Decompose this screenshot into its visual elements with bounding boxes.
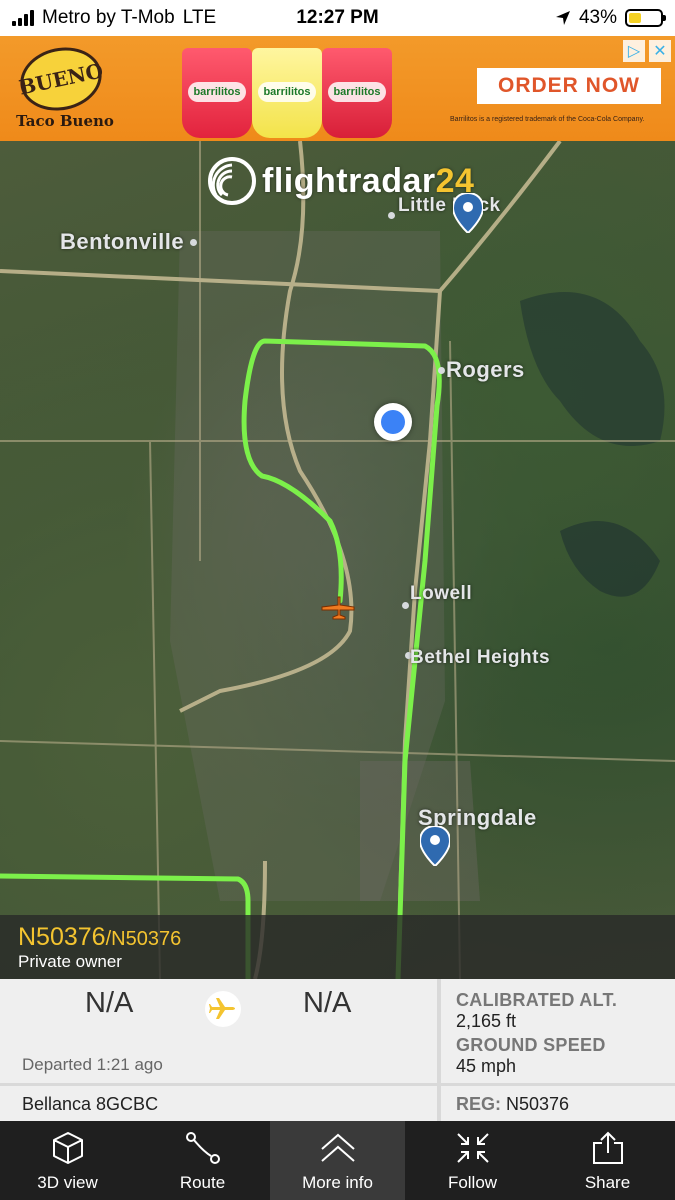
- stats-cell: CALIBRATED ALT. 2,165 ft GROUND SPEED 45…: [441, 979, 675, 1083]
- ad-controls: ▷ ✕: [623, 40, 671, 62]
- drink-cup-yellow: barrilitos: [252, 48, 322, 138]
- flight-callsign: N50376/N50376: [18, 923, 181, 952]
- taco-bueno-logo: BUENO Taco Bueno: [12, 40, 114, 134]
- more-info-button[interactable]: More info: [270, 1121, 405, 1200]
- city-label-rogers: Rogers: [446, 357, 525, 382]
- airport-pin-icon[interactable]: [453, 193, 483, 233]
- city-dot: [402, 602, 409, 609]
- flight-header[interactable]: N50376/N50376 Private owner: [0, 915, 675, 979]
- ground-speed-label: GROUND SPEED: [456, 1035, 606, 1055]
- flight-info-panel: N/A N/A Departed 1:21 ago CALIBRATED ALT…: [0, 979, 675, 1121]
- route-cell[interactable]: N/A N/A Departed 1:21 ago: [0, 979, 437, 1083]
- ad-legal-text: Barrilitos is a registered trademark of …: [450, 116, 645, 123]
- map-view[interactable]: flightradar 24 Little Rock Bentonville Ro…: [0, 141, 675, 979]
- bottom-toolbar: 3D view Route More info Follow Share: [0, 1121, 675, 1200]
- share-button[interactable]: Share: [540, 1121, 675, 1200]
- status-bar: Metro by T-Mob LTE 12:27 PM 43%: [0, 0, 675, 36]
- city-label-bentonville: Bentonville: [60, 229, 185, 254]
- city-label-lowell: Lowell: [410, 583, 473, 604]
- aircraft-icon[interactable]: [320, 595, 356, 621]
- calibrated-alt-label: CALIBRATED ALT.: [456, 990, 618, 1010]
- order-now-button[interactable]: ORDER NOW: [477, 68, 661, 104]
- registration: REG: N50376: [456, 1094, 569, 1115]
- reg-value: N50376: [506, 1094, 570, 1114]
- cube-icon: [52, 1132, 83, 1164]
- toolbar-label: Follow: [447, 1173, 498, 1192]
- airport-pin-icon[interactable]: [420, 826, 450, 866]
- ad-banner[interactable]: BUENO Taco Bueno barrilitos barrilitos b…: [0, 36, 675, 141]
- user-location-dot: [374, 403, 412, 441]
- origin-airport: N/A: [85, 987, 134, 1019]
- ad-brand-name: Taco Bueno: [16, 112, 114, 130]
- toolbar-label: Share: [584, 1173, 631, 1192]
- city-dot: [438, 367, 445, 374]
- calibrated-alt-value: 2,165 ft: [456, 1011, 517, 1031]
- plane-direction-icon: [205, 991, 241, 1027]
- status-right: 43%: [555, 7, 666, 29]
- reg-label: REG:: [456, 1094, 501, 1114]
- route-button[interactable]: Route: [135, 1121, 270, 1200]
- map-roads: [0, 141, 675, 979]
- destination-airport: N/A: [303, 987, 352, 1019]
- aircraft-type: Bellanca 8GCBC: [22, 1094, 159, 1114]
- city-dot: [190, 239, 197, 246]
- ground-speed-value: 45 mph: [456, 1056, 517, 1076]
- drink-cup-red: barrilitos: [182, 48, 252, 138]
- callsign: N50376: [18, 923, 106, 951]
- follow-button[interactable]: Follow: [405, 1121, 540, 1200]
- aircraft-owner: Private owner: [18, 952, 122, 971]
- callsign-registration: /N50376: [105, 928, 182, 950]
- toolbar-label: 3D view: [37, 1173, 98, 1192]
- follow-icon: [456, 1133, 489, 1163]
- city-label-bethel-heights: Bethel Heights: [410, 647, 551, 668]
- battery-icon: [625, 9, 666, 27]
- toolbar-label: Route: [179, 1173, 226, 1192]
- logo-oval: BUENO: [14, 40, 108, 118]
- toolbar-label: More info: [302, 1173, 373, 1192]
- aircraft-cell: Bellanca 8GCBC: [0, 1086, 437, 1121]
- city-dot: [388, 212, 395, 219]
- location-arrow-icon: [555, 11, 570, 25]
- radar-icon: [208, 157, 256, 205]
- close-ad-icon[interactable]: ✕: [649, 40, 671, 62]
- departed-time: Departed 1:21 ago: [22, 1055, 163, 1074]
- adchoices-icon[interactable]: ▷: [623, 40, 645, 62]
- 3d-view-button[interactable]: 3D view: [0, 1121, 135, 1200]
- route-icon: [185, 1132, 220, 1164]
- battery-percent: 43%: [578, 7, 617, 28]
- drink-cup-red-2: barrilitos: [322, 48, 392, 138]
- registration-cell: REG: N50376: [441, 1086, 675, 1121]
- share-icon: [592, 1131, 623, 1164]
- city-label-little-rock: Little Rock: [398, 195, 501, 216]
- chevron-up-icon: [320, 1133, 355, 1162]
